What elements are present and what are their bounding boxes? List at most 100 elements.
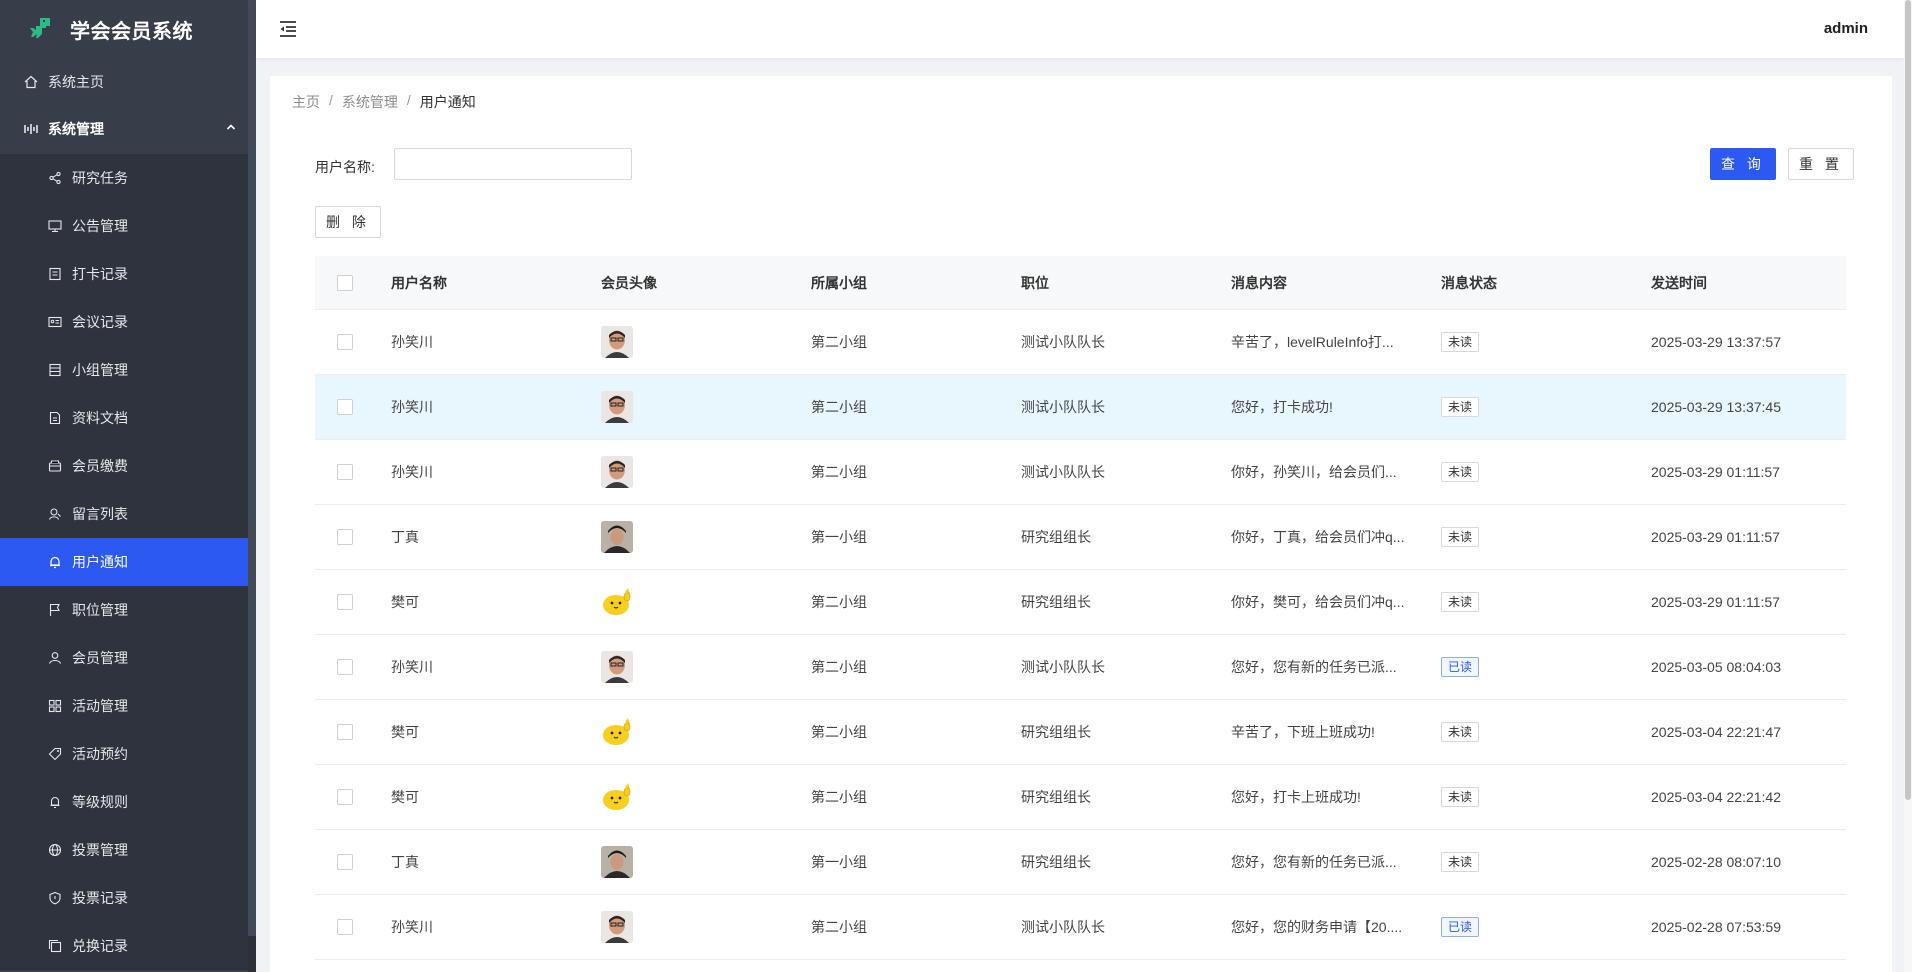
share-icon: [49, 171, 61, 185]
page-scrollbar[interactable]: [1904, 0, 1912, 972]
row-checkbox[interactable]: [337, 724, 353, 740]
row-checkbox[interactable]: [337, 789, 353, 805]
status-badge: 已读: [1441, 917, 1480, 937]
cell-time: 2025-03-04 22:21:47: [1651, 724, 1781, 740]
wallet-icon: [48, 460, 62, 472]
cell-message: 您好，您有新的任务已派...: [1231, 854, 1397, 870]
table-body: 孙笑川 第二小组 测试小队队长 辛苦了，levelRuleInfo打... 未读 2025…: [315, 310, 1846, 960]
cell-time: 2025-03-04 22:21:42: [1651, 789, 1781, 805]
avatar: [601, 586, 633, 618]
status-badge: 未读: [1441, 787, 1480, 807]
row-checkbox[interactable]: [337, 464, 353, 480]
status-badge: 未读: [1441, 397, 1480, 417]
cell-message: 辛苦了，levelRuleInfo打...: [1231, 334, 1394, 350]
table-row[interactable]: 孙笑川 第二小组 测试小队队长 您好，您的财务申请【20.... 已读 2025-02-2…: [315, 895, 1846, 960]
breadcrumb-system[interactable]: 系统管理: [342, 92, 398, 112]
query-button[interactable]: 查 询: [1710, 148, 1776, 180]
sidebar-item-label: 留言列表: [72, 506, 128, 522]
app-title: 学会会员系统: [70, 20, 193, 43]
cell-group: 第二小组: [811, 724, 867, 740]
content-card: 主页 / 系统管理 / 用户通知 用户名称: 查 询 重 置 删 除 用户名称 …: [270, 76, 1892, 972]
sidebar-item-9[interactable]: 用户通知: [0, 538, 248, 586]
sidebar-item-label: 投票记录: [72, 890, 128, 906]
column-header-status: 消息状态: [1441, 274, 1497, 291]
sidebar-item-2[interactable]: 公告管理: [0, 202, 248, 250]
table-row[interactable]: 丁真 第一小组 研究组组长 您好，您有新的任务已派... 未读 2025-02-28 08…: [315, 830, 1846, 895]
sidebar-item-11[interactable]: 会员管理: [0, 634, 248, 682]
cell-message: 你好，孙笑川，给会员们...: [1231, 464, 1397, 480]
row-checkbox[interactable]: [337, 659, 353, 675]
delete-button[interactable]: 删 除: [315, 206, 381, 238]
reset-button[interactable]: 重 置: [1788, 148, 1854, 180]
app-logo[interactable]: 学会会员系统: [0, 0, 256, 58]
cell-group: 第二小组: [811, 334, 867, 350]
table-row[interactable]: 丁真 第一小组 研究组组长 你好，丁真，给会员们冲q... 未读 2025-03-29 0…: [315, 505, 1846, 570]
row-checkbox[interactable]: [337, 334, 353, 350]
breadcrumb-home[interactable]: 主页: [292, 92, 320, 112]
sidebar-item-10[interactable]: 职位管理: [0, 586, 248, 634]
sidebar-item-12[interactable]: 活动管理: [0, 682, 248, 730]
sidebar-item-label: 投票管理: [72, 842, 128, 858]
tag-icon: [48, 747, 62, 761]
sidebar-item-17[interactable]: 兑换记录: [0, 922, 248, 970]
sidebar-item-label: 打卡记录: [72, 266, 128, 282]
user-menu[interactable]: admin: [1824, 20, 1868, 37]
table-row[interactable]: 孙笑川 第二小组 测试小队队长 您好，打卡成功! 未读 2025-03-29 13:37:…: [315, 375, 1846, 440]
sidebar-item-13[interactable]: 活动预约: [0, 730, 248, 778]
row-checkbox[interactable]: [337, 919, 353, 935]
column-header-username: 用户名称: [391, 274, 447, 291]
row-checkbox[interactable]: [337, 529, 353, 545]
cell-group: 第二小组: [811, 464, 867, 480]
column-header-message: 消息内容: [1231, 274, 1287, 291]
row-checkbox[interactable]: [337, 594, 353, 610]
status-badge: 已读: [1441, 657, 1480, 677]
chevron-up-icon[interactable]: [226, 122, 236, 132]
row-checkbox[interactable]: [337, 399, 353, 415]
sidebar-item-7[interactable]: 会员缴费: [0, 442, 248, 490]
sidebar-item-8[interactable]: 留言列表: [0, 490, 248, 538]
page-scrollbar-thumb[interactable]: [1905, 0, 1911, 800]
sidebar-item-4[interactable]: 会议记录: [0, 298, 248, 346]
avatar: [601, 326, 633, 358]
cell-position: 研究组组长: [1021, 724, 1091, 740]
cell-position: 研究组组长: [1021, 594, 1091, 610]
column-header-group: 所属小组: [811, 274, 867, 291]
settings-icon: [24, 124, 38, 134]
id-card-icon: [48, 316, 62, 328]
sidebar-item-label: 用户通知: [72, 554, 128, 570]
sidebar-item-label: 会员管理: [72, 650, 128, 666]
table-row[interactable]: 樊可 第二小组 研究组组长 您好，打卡上班成功! 未读 2025-03-04 22:21:…: [315, 765, 1846, 830]
sidebar-item-16[interactable]: 投票记录: [0, 874, 248, 922]
select-all-checkbox[interactable]: [337, 274, 353, 291]
status-badge: 未读: [1441, 332, 1480, 352]
sidebar-item-1[interactable]: 研究任务: [0, 154, 248, 202]
table-row[interactable]: 樊可 第二小组 研究组组长 你好，樊可，给会员们冲q... 未读 2025-03-29 0…: [315, 570, 1846, 635]
cell-group: 第二小组: [811, 919, 867, 935]
breadcrumb-separator: /: [406, 92, 411, 108]
sidebar-submenu: 研究任务 公告管理打卡记录会议记录 小组管理 资料文档 会员缴费留言列表用户通知职位管理…: [0, 154, 248, 970]
sidebar-scrollbar-thumb[interactable]: [248, 0, 256, 936]
column-header-avatar: 会员头像: [601, 274, 657, 291]
table-row[interactable]: 孙笑川 第二小组 测试小队队长 您好，您有新的任务已派... 已读 2025-03-05 …: [315, 635, 1846, 700]
sidebar-scrollbar[interactable]: [248, 0, 256, 972]
flag-icon: [49, 603, 60, 616]
sidebar-item-5[interactable]: 小组管理: [0, 346, 248, 394]
table-row[interactable]: 孙笑川 第二小组 测试小队队长 辛苦了，levelRuleInfo打... 未读 2025…: [315, 310, 1846, 375]
sidebar-item-3[interactable]: 打卡记录: [0, 250, 248, 298]
username-search-input[interactable]: [394, 148, 632, 180]
row-checkbox[interactable]: [337, 854, 353, 870]
globe-icon: [48, 843, 62, 857]
bell-icon: [50, 556, 60, 569]
user-icon: [48, 652, 62, 664]
table-row[interactable]: 孙笑川 第二小组 测试小队队长 你好，孙笑川，给会员们... 未读 2025-03-29 …: [315, 440, 1846, 505]
avatar: [601, 391, 633, 423]
avatar: [601, 911, 633, 943]
sidebar-item-14[interactable]: 等级规则: [0, 778, 248, 826]
cell-time: 2025-03-29 01:11:57: [1651, 529, 1780, 545]
collapse-menu-icon[interactable]: [278, 20, 298, 38]
sidebar-item-home[interactable]: 系统主页: [0, 60, 256, 104]
table-row[interactable]: 樊可 第二小组 研究组组长 辛苦了，下班上班成功! 未读 2025-03-04 22:21…: [315, 700, 1846, 765]
sidebar-item-6[interactable]: 资料文档: [0, 394, 248, 442]
sidebar-item-15[interactable]: 投票管理: [0, 826, 248, 874]
sidebar-group-system[interactable]: 系统管理: [0, 104, 256, 154]
